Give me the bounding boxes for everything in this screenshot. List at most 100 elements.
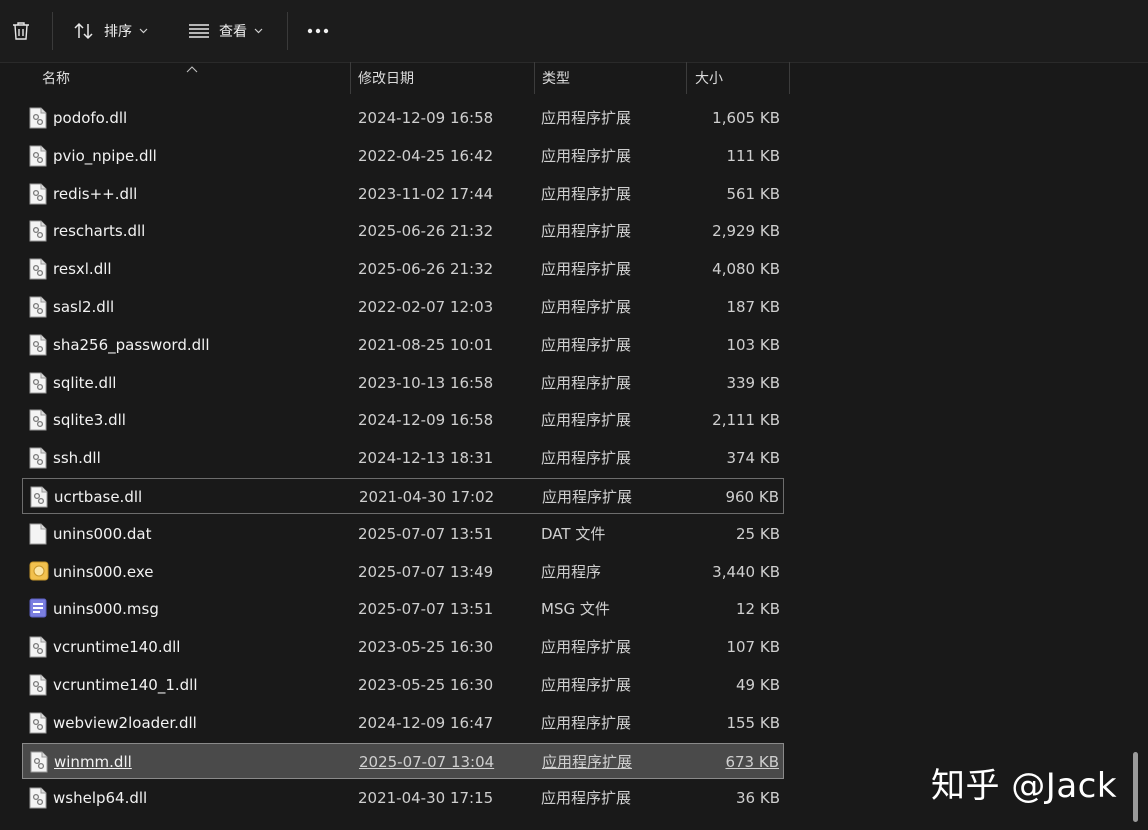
file-name: ucrtbase.dll — [54, 488, 143, 506]
file-name: sqlite3.dll — [53, 411, 126, 430]
file-type: 应用程序扩展 — [541, 676, 632, 694]
file-type: 应用程序扩展 — [541, 222, 632, 241]
chevron-down-icon — [254, 28, 263, 34]
trash-icon — [10, 20, 32, 42]
file-size: 960 KB — [725, 488, 779, 506]
file-row[interactable]: podofo.dll 2024-12-09 16:58 应用程序扩展 1,605 KB — [22, 100, 784, 136]
column-divider[interactable] — [534, 62, 535, 94]
file-date: 2023-05-25 16:30 — [358, 638, 494, 657]
dll-file-icon — [30, 486, 48, 512]
file-row[interactable]: sqlite3.dll 2024-12-09 16:58 应用程序扩展 2,111 K… — [22, 402, 784, 438]
dll-file-icon — [30, 751, 48, 777]
file-row[interactable]: sqlite.dll 2023-10-13 16:58 应用程序扩展 339 KB — [22, 365, 784, 401]
more-icon — [307, 28, 329, 34]
toolbar-separator — [287, 12, 288, 50]
delete-button[interactable] — [10, 0, 32, 62]
file-type: DAT 文件 — [541, 524, 606, 543]
file-name: podofo.dll — [53, 109, 128, 127]
file-row[interactable]: ssh.dll 2024-12-13 18:31 应用程序扩展 374 KB — [22, 440, 784, 476]
file-type: 应用程序扩展 — [541, 260, 632, 279]
file-row[interactable]: pvio_npipe.dll 2022-04-25 16:42 应用程序扩展 111 … — [22, 138, 784, 174]
file-date: 2023-05-25 16:30 — [358, 676, 494, 694]
file-row[interactable]: winmm.dll 2025-07-07 13:04 应用程序扩展 673 KB — [22, 742, 784, 779]
file-row[interactable]: unins000.dat 2025-07-07 13:51 DAT 文件 25 KB — [22, 516, 784, 552]
file-size: 561 KB — [726, 184, 780, 203]
dll-file-icon — [29, 674, 47, 700]
view-button[interactable]: 查看 — [188, 0, 263, 62]
file-date: 2024-12-13 18:31 — [358, 449, 494, 468]
column-header-date[interactable]: 修改日期 — [358, 68, 414, 88]
file-row[interactable]: resxl.dll 2025-06-26 21:32 应用程序扩展 4,080 KB — [22, 251, 784, 287]
column-divider[interactable] — [789, 62, 790, 94]
file-date: 2025-07-07 13:49 — [358, 562, 494, 581]
file-row[interactable]: sasl2.dll 2022-02-07 12:03 应用程序扩展 187 KB — [22, 289, 784, 325]
file-type: 应用程序扩展 — [541, 335, 632, 354]
file-type: MSG 文件 — [541, 600, 610, 619]
more-options-button[interactable] — [307, 0, 329, 62]
file-row[interactable]: webview2loader.dll 2024-12-09 16:47 应用程序扩展… — [22, 705, 784, 741]
dll-file-icon — [29, 296, 47, 322]
file-size: 673 KB — [725, 752, 779, 771]
file-type: 应用程序扩展 — [541, 411, 632, 430]
file-row[interactable]: vcruntime140.dll 2023-05-25 16:30 应用程序扩展 10… — [22, 629, 784, 665]
dll-file-icon — [29, 372, 47, 398]
file-name: unins000.msg — [53, 600, 159, 619]
toolbar-separator — [52, 12, 53, 50]
file-name: unins000.exe — [53, 562, 154, 581]
file-date: 2021-04-30 17:15 — [358, 789, 494, 808]
file-date: 2021-04-30 17:02 — [359, 488, 495, 506]
file-name: unins000.dat — [53, 524, 152, 543]
file-row[interactable]: unins000.exe 2025-07-07 13:49 应用程序 3,440 KB — [22, 554, 784, 590]
file-date: 2024-12-09 16:58 — [358, 411, 494, 430]
file-size: 107 KB — [726, 638, 780, 657]
file-row[interactable]: ucrtbase.dll 2021-04-30 17:02 应用程序扩展 960 KB — [22, 478, 784, 514]
file-row[interactable]: vcruntime140_1.dll 2023-05-25 16:30 应用程序扩展… — [22, 667, 784, 703]
file-date: 2025-07-07 13:51 — [358, 600, 494, 619]
file-row[interactable]: rescharts.dll 2025-06-26 21:32 应用程序扩展 2,929… — [22, 213, 784, 249]
column-header-size[interactable]: 大小 — [695, 68, 723, 88]
file-size: 4,080 KB — [712, 260, 780, 279]
view-list-icon — [188, 23, 210, 39]
file-row[interactable]: redis++.dll 2023-11-02 17:44 应用程序扩展 561 KB — [22, 176, 784, 212]
file-size: 1,605 KB — [712, 109, 780, 127]
file-name: redis++.dll — [53, 184, 138, 203]
file-size: 111 KB — [726, 146, 780, 165]
column-divider[interactable] — [686, 62, 687, 94]
column-header-type[interactable]: 类型 — [542, 68, 570, 88]
sort-button[interactable]: 排序 — [73, 0, 148, 62]
file-type: 应用程序扩展 — [541, 449, 632, 468]
view-label: 查看 — [219, 24, 247, 40]
file-date: 2025-06-26 21:32 — [358, 260, 494, 279]
file-date: 2024-12-09 16:47 — [358, 713, 494, 732]
file-row[interactable]: wshelp64.dll 2021-04-30 17:15 应用程序扩展 36 KB — [22, 780, 784, 816]
file-date: 2022-02-07 12:03 — [358, 298, 494, 316]
file-name: sasl2.dll — [53, 298, 115, 316]
column-divider[interactable] — [350, 62, 351, 94]
dll-file-icon — [29, 145, 47, 171]
file-type: 应用程序 — [541, 562, 602, 581]
file-type: 应用程序扩展 — [541, 373, 632, 392]
column-header-row: 名称 修改日期 类型 大小 — [0, 62, 800, 92]
file-name: vcruntime140_1.dll — [53, 676, 198, 694]
file-type: 应用程序扩展 — [541, 109, 632, 127]
file-size: 155 KB — [726, 713, 780, 732]
file-name: webview2loader.dll — [53, 713, 197, 732]
file-date: 2022-04-25 16:42 — [358, 146, 494, 165]
file-name: winmm.dll — [54, 752, 132, 771]
dll-file-icon — [29, 409, 47, 435]
file-size: 2,929 KB — [712, 222, 780, 241]
blank-file-icon — [29, 523, 47, 549]
dll-file-icon — [29, 220, 47, 246]
file-date: 2021-08-25 10:01 — [358, 335, 494, 354]
file-type: 应用程序扩展 — [542, 752, 633, 771]
command-bar: 排序 查看 — [0, 0, 1148, 63]
file-size: 36 KB — [736, 789, 780, 808]
file-row[interactable]: unins000.msg 2025-07-07 13:51 MSG 文件 12 KB — [22, 591, 784, 627]
file-row[interactable]: sha256_password.dll 2021-08-25 10:01 应用程序扩… — [22, 327, 784, 363]
dll-file-icon — [29, 183, 47, 209]
file-size: 3,440 KB — [712, 562, 780, 581]
vertical-scrollbar[interactable] — [1133, 752, 1138, 822]
column-header-name[interactable]: 名称 — [42, 68, 70, 88]
file-type: 应用程序扩展 — [541, 713, 632, 732]
file-type: 应用程序扩展 — [541, 638, 632, 657]
